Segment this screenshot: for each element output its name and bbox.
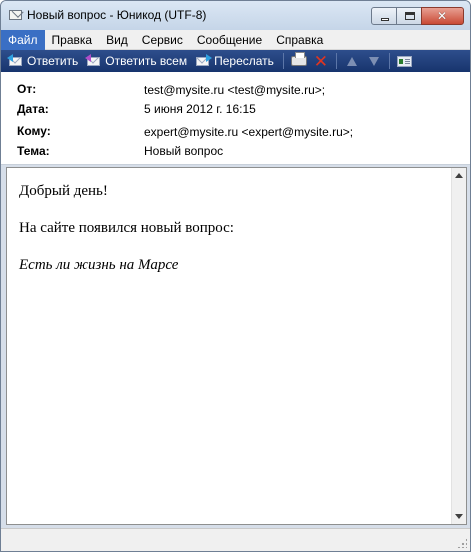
maximize-icon <box>405 12 415 20</box>
minimize-button[interactable] <box>371 7 397 25</box>
menu-message[interactable]: Сообщение <box>190 30 269 50</box>
menu-edit[interactable]: Правка <box>45 30 100 50</box>
reply-label: Ответить <box>27 54 79 68</box>
delete-icon: ✕ <box>313 51 329 71</box>
intro-text: На сайте появился новый вопрос: <box>19 220 234 236</box>
to-value[interactable]: expert@mysite.ru <expert@mysite.ru>; <box>144 125 353 139</box>
header-to: Кому: expert@mysite.ru <expert@mysite.ru… <box>1 124 470 140</box>
reply-all-label: Ответить всем <box>105 54 188 68</box>
next-button[interactable] <box>363 51 385 71</box>
message-headers: От: test@mysite.ru <test@mysite.ru>; Дат… <box>1 72 470 165</box>
reply-all-icon <box>85 54 101 68</box>
message-text: Добрый день! На сайте появился новый воп… <box>19 183 234 294</box>
header-from: От: test@mysite.ru <test@mysite.ru>; <box>1 82 470 98</box>
delete-button[interactable]: ✕ <box>310 51 332 71</box>
from-label: От: <box>17 82 37 96</box>
title-bar[interactable]: Новый вопрос - Юникод (UTF-8) ✕ <box>1 1 470 30</box>
header-subject: Тема: Новый вопрос <box>1 144 470 160</box>
reply-icon <box>7 54 23 68</box>
status-bar <box>1 528 470 551</box>
vertical-scrollbar[interactable] <box>451 168 466 524</box>
menu-help[interactable]: Справка <box>269 30 330 50</box>
window-title: Новый вопрос - Юникод (UTF-8) <box>27 8 207 22</box>
forward-button[interactable]: Переслать <box>192 51 279 71</box>
message-body[interactable]: Добрый день! На сайте появился новый воп… <box>6 167 467 525</box>
toolbar-separator <box>282 53 284 69</box>
contacts-button[interactable] <box>394 51 416 71</box>
question-text: Есть ли жизнь на Марсе <box>19 257 179 273</box>
print-icon <box>290 52 307 66</box>
menu-file[interactable]: Файл <box>1 29 45 50</box>
next-icon <box>368 56 379 66</box>
previous-icon <box>346 56 357 66</box>
menu-view[interactable]: Вид <box>99 30 135 50</box>
maximize-button[interactable] <box>396 7 422 25</box>
contacts-icon <box>397 55 413 67</box>
envelope-icon <box>9 10 22 20</box>
forward-label: Переслать <box>214 54 274 68</box>
resize-grip-icon[interactable] <box>457 538 467 548</box>
reply-all-button[interactable]: Ответить всем <box>83 51 192 71</box>
subject-label: Тема: <box>17 144 50 158</box>
toolbar-separator <box>388 53 390 69</box>
menu-bar: Файл Правка Вид Сервис Сообщение Справка <box>1 29 470 50</box>
minimize-icon <box>381 18 389 21</box>
close-button[interactable]: ✕ <box>421 7 464 25</box>
close-icon: ✕ <box>437 9 448 23</box>
greeting-text: Добрый день! <box>19 183 108 199</box>
reply-button[interactable]: Ответить <box>5 51 83 71</box>
forward-icon <box>195 54 213 68</box>
window-controls: ✕ <box>371 7 464 25</box>
date-label: Дата: <box>17 102 49 116</box>
header-date: Дата: 5 июня 2012 г. 16:15 <box>1 102 470 118</box>
subject-value: Новый вопрос <box>144 144 224 158</box>
scroll-down-icon[interactable] <box>455 514 463 519</box>
menu-tools[interactable]: Сервис <box>135 30 190 50</box>
from-value[interactable]: test@mysite.ru <test@mysite.ru>; <box>144 83 325 97</box>
date-value: 5 июня 2012 г. 16:15 <box>144 102 256 116</box>
to-label: Кому: <box>17 124 51 138</box>
previous-button[interactable] <box>341 51 363 71</box>
toolbar-separator <box>335 53 337 69</box>
toolbar: Ответить Ответить всем Переслать ✕ <box>1 50 470 72</box>
scroll-up-icon[interactable] <box>455 173 463 178</box>
mail-window: Новый вопрос - Юникод (UTF-8) ✕ Файл Пра… <box>0 0 471 552</box>
print-button[interactable] <box>288 51 310 71</box>
